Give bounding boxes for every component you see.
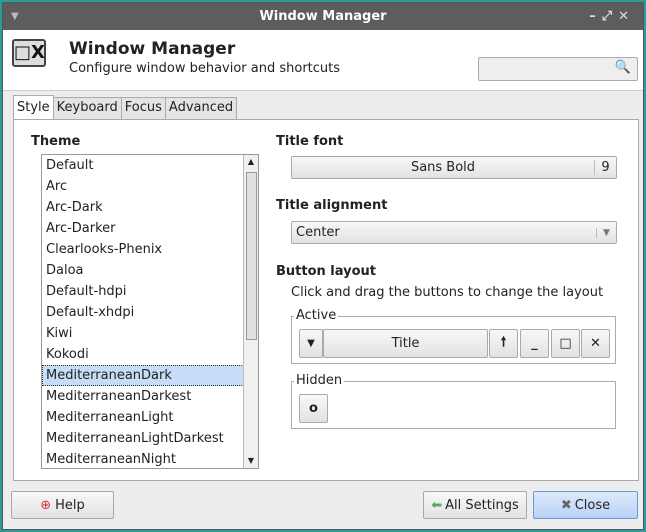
title-font-label: Title font xyxy=(276,134,344,149)
title-bar: ▼ Window Manager –⤢✕ xyxy=(3,3,643,30)
alignment-value: Center xyxy=(296,225,340,240)
scroll-down-icon[interactable]: ▼ xyxy=(244,454,258,468)
chevron-down-icon: ▼ xyxy=(596,227,616,238)
back-arrow-icon: ⬅ xyxy=(431,497,443,513)
tab-style[interactable]: Style xyxy=(13,95,54,119)
window-manager-logo-icon: □X xyxy=(12,39,46,67)
close-label: Close xyxy=(574,497,611,513)
help-button[interactable]: ⊕ Help xyxy=(11,491,114,519)
button-layout-label: Button layout xyxy=(276,264,377,279)
style-panel: Theme Default Arc Arc-Dark Arc-Darker Clearl… xyxy=(13,119,639,481)
active-legend: Active xyxy=(294,308,339,323)
theme-item[interactable]: Daloa xyxy=(42,260,258,281)
hidden-frame: Hidden o xyxy=(291,373,616,429)
tab-focus[interactable]: Focus xyxy=(120,97,166,119)
shade-button[interactable]: 🠕 xyxy=(489,329,518,358)
theme-item[interactable]: Arc xyxy=(42,176,258,197)
window-title: Window Manager xyxy=(259,9,387,24)
title-button[interactable]: Title xyxy=(323,329,488,358)
theme-item[interactable]: Kokodi xyxy=(42,344,258,365)
font-size: 9 xyxy=(594,160,616,175)
theme-item[interactable]: Arc-Dark xyxy=(42,197,258,218)
maximize-button[interactable]: □ xyxy=(551,329,580,358)
theme-item[interactable]: MediterraneanDark xyxy=(42,365,258,386)
theme-item[interactable]: Clearlooks-Phenix xyxy=(42,239,258,260)
close-icon[interactable]: ✕ xyxy=(618,9,635,24)
title-font-button[interactable]: Sans Bold 9 xyxy=(291,156,617,179)
minimize-icon[interactable]: – xyxy=(589,9,602,24)
scroll-up-icon[interactable]: ▲ xyxy=(244,155,258,169)
window: ▼ Window Manager –⤢✕ □X Window Manager C… xyxy=(2,2,644,530)
button-layout-description: Click and drag the buttons to change the… xyxy=(291,285,604,300)
theme-item[interactable]: Default xyxy=(42,155,258,176)
theme-item[interactable]: MediterraneanNight xyxy=(42,449,258,468)
all-settings-button[interactable]: ⬅ All Settings xyxy=(423,491,527,519)
help-label: Help xyxy=(55,497,85,513)
theme-item[interactable]: MediterraneanDarkest xyxy=(42,386,258,407)
all-settings-label: All Settings xyxy=(445,497,519,513)
theme-item[interactable]: Default-hdpi xyxy=(42,281,258,302)
maximize-icon[interactable]: ⤢ xyxy=(602,9,618,24)
hidden-legend: Hidden xyxy=(294,373,345,388)
theme-list[interactable]: Default Arc Arc-Dark Arc-Darker Clearlooks-P… xyxy=(41,154,259,469)
title-alignment-label: Title alignment xyxy=(276,198,388,213)
tab-advanced[interactable]: Advanced xyxy=(164,97,238,119)
theme-item[interactable]: Arc-Darker xyxy=(42,218,258,239)
theme-item[interactable]: MediterraneanLight xyxy=(42,407,258,428)
lifebuoy-icon: ⊕ xyxy=(40,497,52,513)
tab-keyboard[interactable]: Keyboard xyxy=(52,97,122,119)
theme-label: Theme xyxy=(31,134,81,149)
minimize-button[interactable]: _ xyxy=(520,329,549,358)
scrollbar[interactable]: ▲ ▼ xyxy=(243,155,258,468)
page-title: Window Manager xyxy=(69,39,236,59)
stick-button[interactable]: o xyxy=(299,394,328,423)
header: □X Window Manager Configure window behav… xyxy=(3,30,643,91)
scroll-thumb[interactable] xyxy=(246,172,257,340)
active-frame: Active ▼ Title 🠕 _ □ ✕ xyxy=(291,308,616,364)
close-button[interactable]: ✖ Close xyxy=(533,491,638,519)
close-button-layout[interactable]: ✕ xyxy=(581,329,610,358)
window-menu-icon[interactable]: ▼ xyxy=(11,3,19,30)
close-x-icon: ✖ xyxy=(560,497,572,513)
page-subtitle: Configure window behavior and shortcuts xyxy=(69,61,341,76)
menu-button[interactable]: ▼ xyxy=(299,329,323,358)
theme-item[interactable]: MediterraneanLightDarkest xyxy=(42,428,258,449)
search-icon: 🔍 xyxy=(614,60,631,75)
font-name: Sans Bold xyxy=(410,160,476,175)
title-button-label: Title xyxy=(391,336,420,351)
title-alignment-combo[interactable]: Center ▼ xyxy=(291,221,617,244)
tab-bar: Style Keyboard Focus Advanced xyxy=(13,95,238,119)
search-input[interactable]: 🔍 xyxy=(478,57,638,81)
theme-item[interactable]: Default-xhdpi xyxy=(42,302,258,323)
theme-item[interactable]: Kiwi xyxy=(42,323,258,344)
